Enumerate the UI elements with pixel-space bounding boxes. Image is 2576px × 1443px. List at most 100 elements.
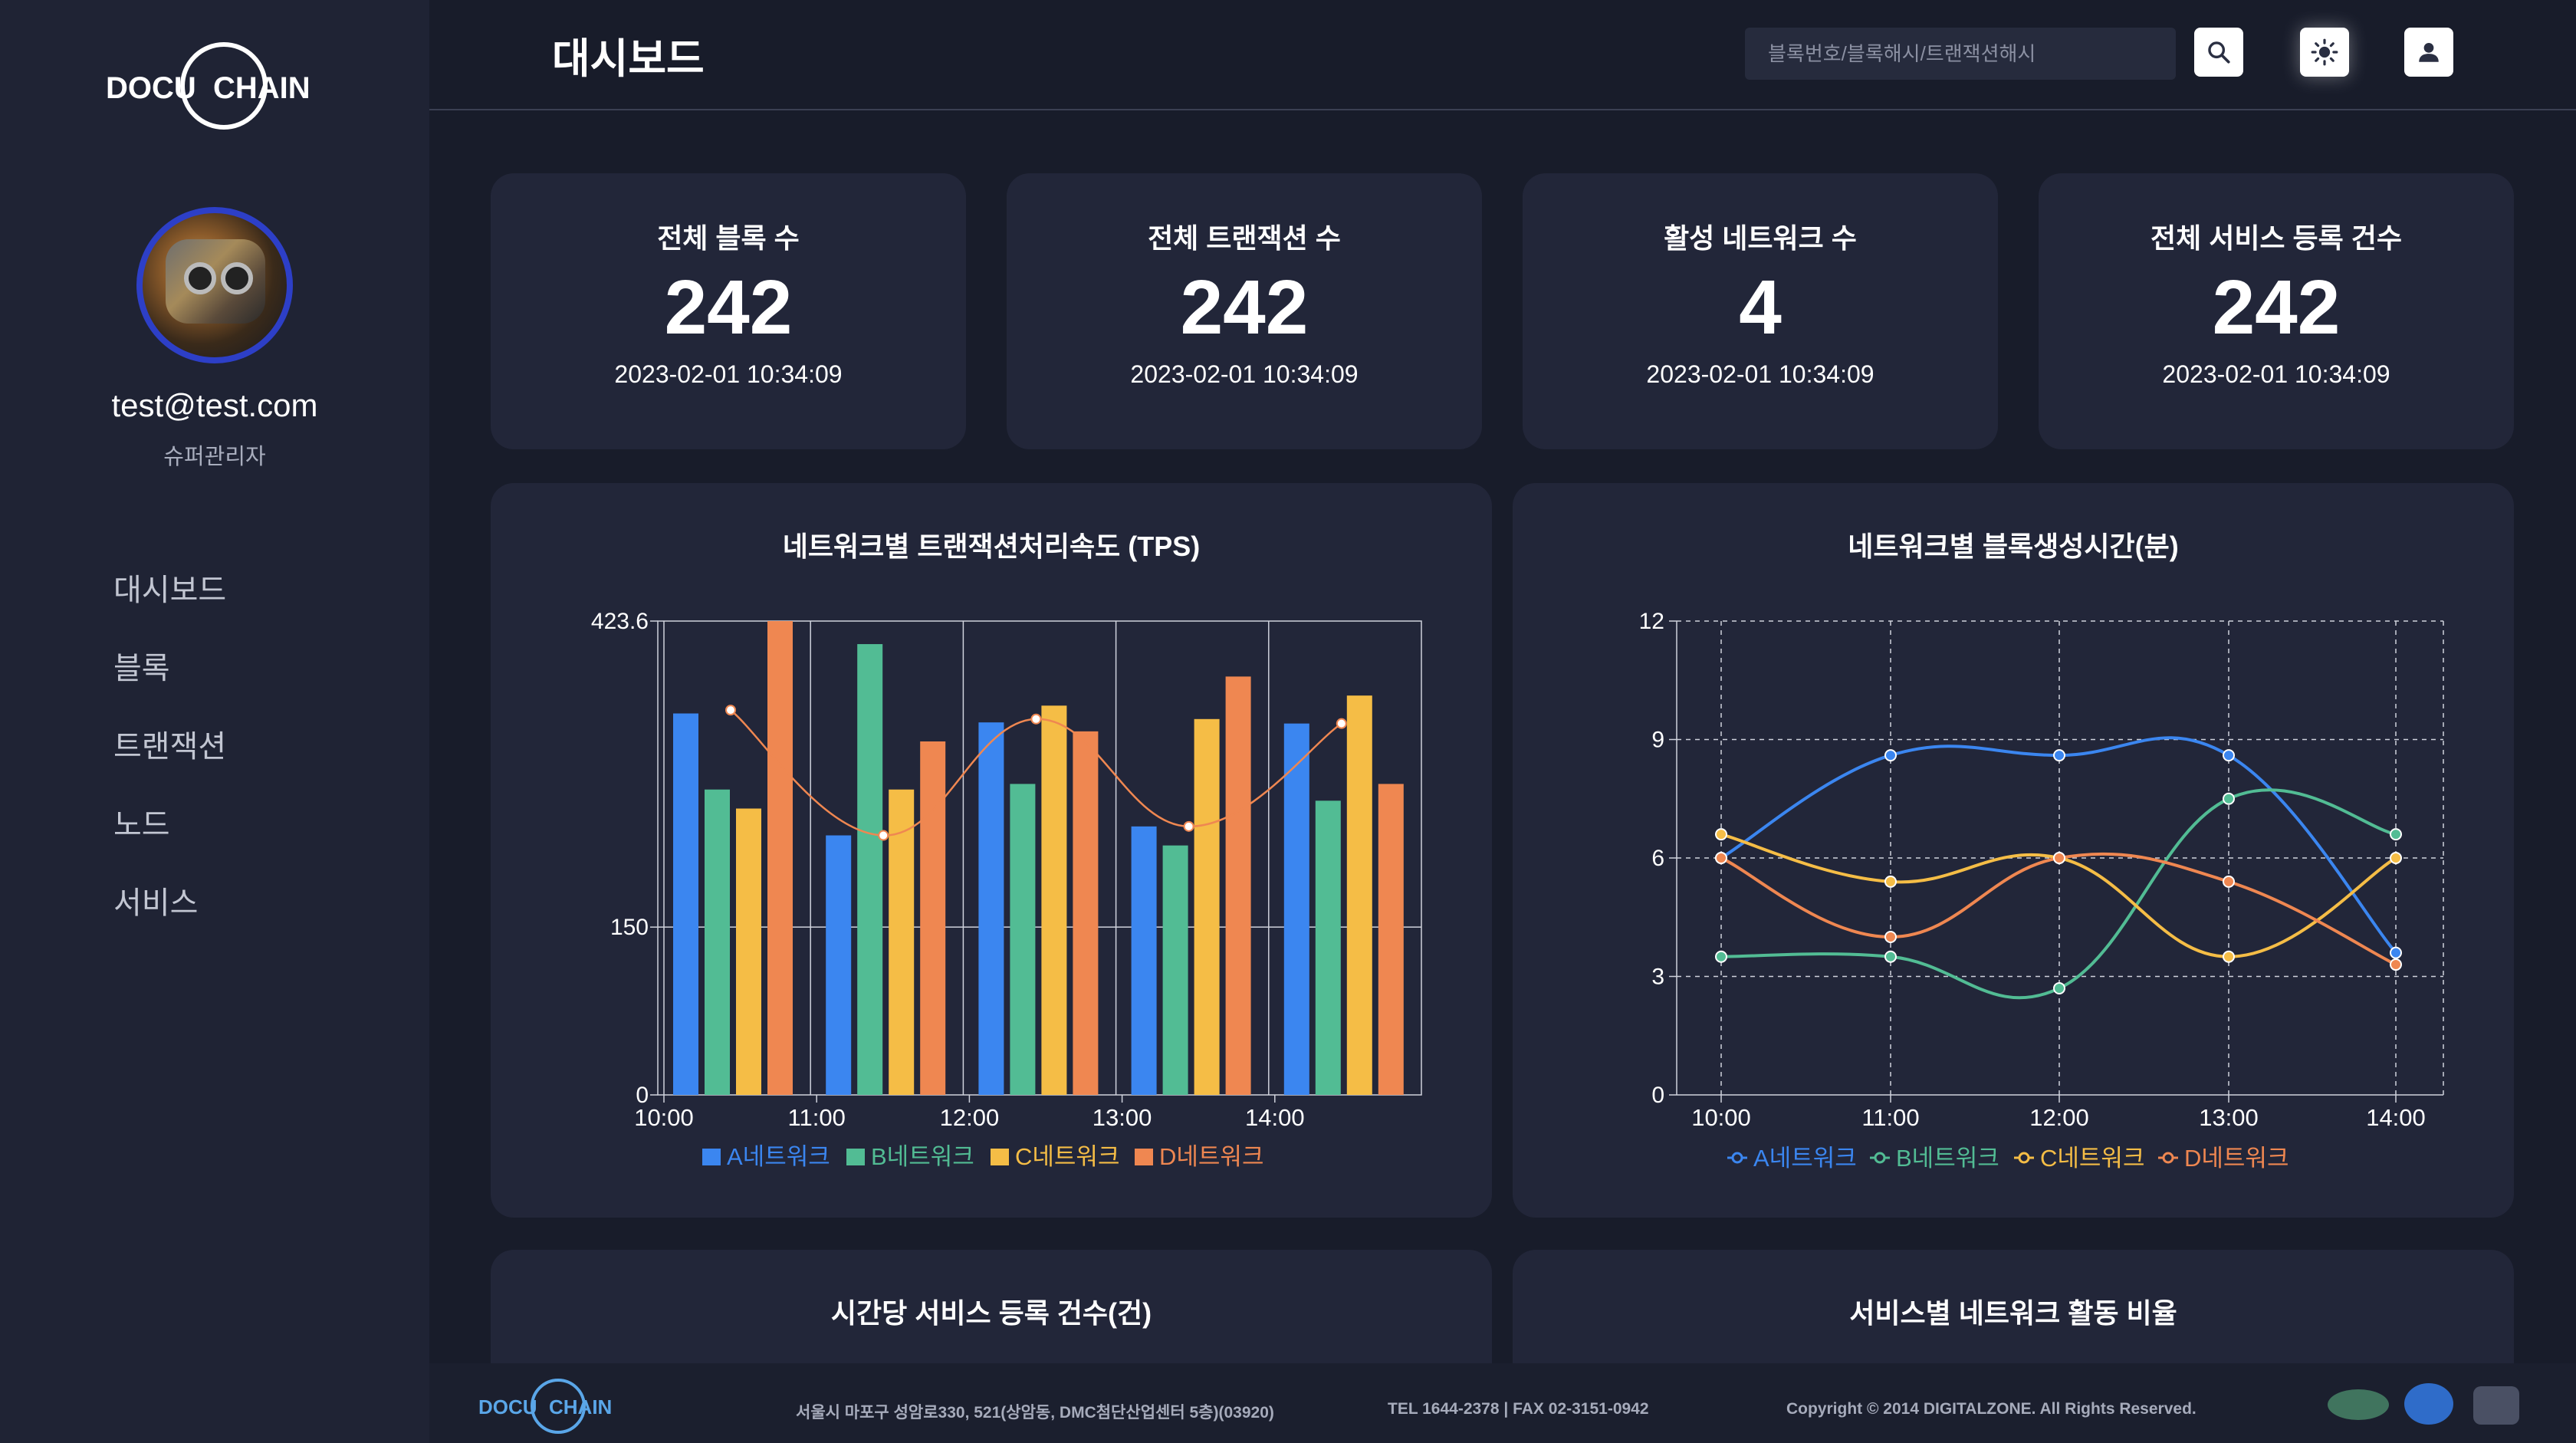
x-tick-label: 10:00 [1691,1104,1751,1131]
sidebar-item-services[interactable]: 서비스 [113,880,226,958]
series-point-A [2390,946,2402,959]
bar-B-12:00 [1010,784,1036,1095]
footer-address: 서울시 마포구 성암로330, 521(상암동, DMC첨단산업센터 5층)(0… [796,1404,1274,1422]
block-time-line-chart: 0 3 6 9 12 10:00 11:00 12:00 13:00 14:00 A네트워크 B네트워… [1639,609,2444,1172]
footer: DOCU CHAIN 서울시 마포구 성암로330, 521(상암동, DMC첨… [429,1363,2576,1443]
stat-timestamp: 2023-02-01 10:34:09 [2162,360,2390,388]
series-point-B [2223,792,2235,805]
stat-label: 전체 트랜잭션 수 [1148,222,1341,254]
sidebar-item-blocks[interactable]: 블록 [113,646,226,724]
series-point-B [2053,981,2065,994]
y-tick-label: 9 [1651,728,1664,753]
search-button[interactable] [2194,28,2243,77]
bar-C-12:00 [1041,705,1067,1095]
legend-label-D: D네트워크 [1159,1143,1263,1170]
trend-point [1183,820,1194,832]
page-title: 대시보드 [552,36,705,82]
x-tick-label: 13:00 [2199,1104,2259,1131]
bar-C-14:00 [1346,695,1372,1095]
stat-card-service-registrations: 전체 서비스 등록 건수 242 2023-02-01 10:34:09 [2039,173,2514,449]
series-line-D [1720,852,2397,966]
user-role: 슈퍼관리자 [163,445,266,469]
trend-point [1030,713,1042,725]
bar-D-11:00 [920,741,946,1095]
legend-swatch-D [1135,1149,1153,1165]
legend-swatch-B [846,1149,865,1165]
sidebar-nav: 대시보드 블록 트랜잭션 노드 서비스 [113,567,226,958]
series-line-B [1720,788,2397,1000]
svg-text:CHAIN: CHAIN [549,1395,612,1418]
legend-label-C: C네트워크 [1015,1143,1119,1170]
trend-point [1336,718,1347,729]
legend-label-D: D네트워크 [2184,1145,2288,1172]
bar-D-13:00 [1225,676,1251,1095]
series-point-B [1715,950,1727,963]
stat-label: 전체 서비스 등록 건수 [2150,222,2403,254]
x-tick-label: 12:00 [2029,1104,2089,1131]
sidebar-item-nodes[interactable]: 노드 [113,802,226,880]
svg-text:DOCU: DOCU [478,1395,537,1418]
stat-value: 242 [664,265,793,350]
stat-value: 242 [2212,265,2341,350]
bar-A-12:00 [978,722,1004,1095]
series-point-A [2053,749,2065,762]
stat-timestamp: 2023-02-01 10:34:09 [1130,360,1359,388]
trend-point [878,830,889,841]
tps-chart-card: 네트워크별 트랜잭션처리속도 (TPS) 0 150 423.6 10:00 11:00… [491,483,1492,1218]
series-point-D [1884,931,1897,943]
y-tick-label: 12 [1639,609,1664,634]
sidebar-item-transactions[interactable]: 트랜잭션 [113,724,226,802]
bar-A-14:00 [1283,723,1309,1095]
x-tick-label: 11:00 [1861,1104,1919,1131]
series-point-B [1884,950,1897,963]
bar-A-10:00 [673,713,698,1095]
series-point-A [2223,749,2235,762]
avatar[interactable] [136,207,293,363]
sun-icon [2311,38,2338,66]
search-input[interactable] [1745,28,2176,80]
search-icon [2208,41,2230,64]
stat-label: 전체 블록 수 [657,222,800,254]
series-point-D [2053,852,2065,864]
theme-toggle-button[interactable] [2300,28,2349,77]
stat-timestamp: 2023-02-01 10:34:09 [614,360,843,388]
user-icon [2419,42,2439,62]
bar-B-11:00 [857,644,883,1095]
bar-B-14:00 [1315,800,1341,1095]
stat-card-active-networks: 활성 네트워크 수 4 2023-02-01 10:34:09 [1523,173,1998,449]
legend-label-A: A네트워크 [727,1143,830,1170]
legend-swatch-C [991,1149,1009,1165]
user-email: test@test.com [111,387,318,423]
trend-point [725,705,736,716]
certification-badge-isms [2473,1386,2519,1425]
legend-label-B: B네트워크 [1896,1145,1999,1172]
footer-logo: DOCU CHAIN [478,1379,612,1434]
series-point-B [2390,828,2402,841]
series-point-C [1884,875,1897,888]
certification-badge-good [2328,1389,2389,1420]
x-tick-label: 14:00 [1245,1104,1305,1131]
chart-title: 서비스별 네트워크 활동 비율 [1849,1297,2177,1329]
series-point-D [1715,852,1727,864]
series-point-A [1884,749,1897,762]
bar-A-11:00 [826,835,852,1095]
bar-D-12:00 [1073,731,1099,1095]
bar-D-10:00 [767,621,793,1095]
x-tick-label: 12:00 [940,1104,1000,1131]
series-point-C [2223,950,2235,963]
stat-value: 242 [1180,265,1309,350]
logo-text-right: CHAIN [213,71,310,105]
tps-bar-chart: 0150423.610:00 11:00 12:00 13:00 14:00A네트워크 B… [591,609,1422,1170]
user-profile-button[interactable] [2404,28,2453,77]
bar-D-14:00 [1378,784,1404,1095]
brand-logo[interactable]: DOCU CHAIN [100,37,330,136]
bar-B-13:00 [1162,845,1188,1095]
bar-C-10:00 [736,808,761,1095]
sidebar-item-dashboard[interactable]: 대시보드 [113,567,226,646]
y-tick-label: 6 [1651,846,1664,871]
footer-copyright: Copyright © 2014 DIGITALZONE. All Rights… [1786,1400,2196,1418]
legend-marker-D [2162,1152,2174,1164]
top-header: 대시보드 [429,0,2576,110]
legend-marker-A [1731,1152,1743,1164]
x-tick-label: 13:00 [1092,1104,1152,1131]
